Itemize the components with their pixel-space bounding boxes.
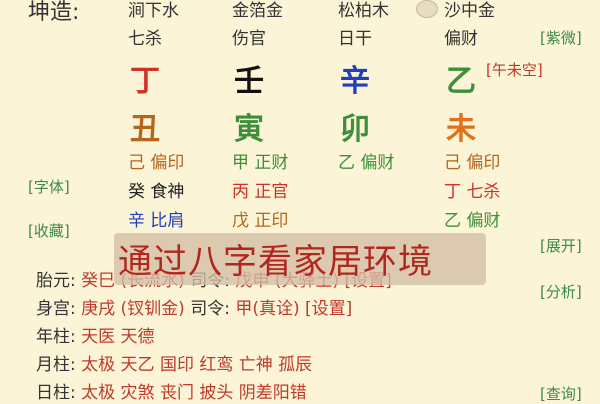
month-row: 月柱: 太极 天乙 国印 红鸾 亡神 孤辰 bbox=[36, 350, 312, 375]
kongwang-label: [午未空] bbox=[486, 61, 543, 79]
hidden-stem: 己 偏印 bbox=[444, 153, 501, 173]
favorite-button[interactable]: [收藏] bbox=[28, 220, 70, 241]
pillar-3-shishen: 日干 bbox=[338, 29, 372, 49]
analyze-button[interactable]: [分析] bbox=[540, 281, 582, 302]
siling2-set-button[interactable]: [设置] bbox=[305, 299, 352, 319]
pillar-2-shishen: 伤官 bbox=[232, 29, 266, 49]
shengong-row: 身宫: 庚戌 (钗钏金) 司令: 甲(真诠) [设置] bbox=[36, 294, 352, 319]
pillar-4-nayin: 沙中金 bbox=[444, 1, 495, 21]
pillar-2-branch: 寅 bbox=[234, 112, 264, 147]
day-label: 日柱: bbox=[36, 383, 76, 403]
hidden-stem: 己 偏印 bbox=[128, 153, 185, 173]
pillar-4-shishen: 偏财 bbox=[444, 29, 478, 49]
pillar-4-stem: 乙 bbox=[446, 64, 476, 99]
month-value: 太极 天乙 国印 红鸾 亡神 孤辰 bbox=[81, 355, 313, 375]
chart-title: 坤造: bbox=[28, 0, 80, 25]
hidden-stem: 丁 七杀 bbox=[444, 182, 501, 202]
shengong-label: 身宫: bbox=[36, 299, 76, 319]
overlay-caption: 通过八字看家居环境 bbox=[118, 242, 433, 282]
year-value: 天医 天德 bbox=[81, 327, 155, 347]
pillar-1-shishen: 七杀 bbox=[128, 29, 162, 49]
pillar-3-nayin: 松柏木 bbox=[338, 1, 389, 21]
year-row: 年柱: 天医 天德 bbox=[36, 322, 155, 347]
month-label: 月柱: bbox=[36, 355, 76, 375]
pillar-4-branch: 未 bbox=[446, 112, 476, 147]
pillar-2-stem: 壬 bbox=[234, 64, 264, 99]
taiyuan-label: 胎元: bbox=[36, 271, 76, 291]
avatar bbox=[416, 0, 438, 18]
expand-button[interactable]: [展开] bbox=[540, 235, 582, 256]
pillar-3-branch: 卯 bbox=[340, 112, 370, 147]
siling2-value: 甲(真诠) bbox=[235, 299, 300, 319]
hidden-stem: 丙 正官 bbox=[232, 182, 289, 202]
pillar-1-stem: 丁 bbox=[130, 64, 160, 99]
day-value: 太极 灾煞 丧门 披头 阴差阳错 bbox=[81, 383, 307, 403]
siling2-label: 司令: bbox=[190, 299, 230, 319]
hidden-stem: 戊 正印 bbox=[232, 211, 289, 231]
pillar-3-stem: 辛 bbox=[340, 64, 370, 99]
pillar-1-nayin: 涧下水 bbox=[128, 1, 179, 21]
hidden-stem: 乙 偏财 bbox=[444, 211, 501, 231]
query-button[interactable]: [查询] bbox=[540, 383, 582, 404]
hidden-stem: 甲 正财 bbox=[232, 153, 289, 173]
day-row: 日柱: 太极 灾煞 丧门 披头 阴差阳错 bbox=[36, 378, 307, 403]
ziwei-button[interactable]: [紫微] bbox=[540, 27, 582, 48]
shengong-value: 庚戌 (钗钏金) bbox=[81, 299, 185, 319]
year-label: 年柱: bbox=[36, 327, 76, 347]
hidden-stem: 辛 比肩 bbox=[128, 211, 185, 231]
hidden-stem: 乙 偏财 bbox=[338, 153, 395, 173]
pillar-2-nayin: 金箔金 bbox=[232, 1, 283, 21]
font-button[interactable]: [字体] bbox=[28, 176, 70, 197]
hidden-stem: 癸 食神 bbox=[128, 182, 185, 202]
pillar-1-branch: 丑 bbox=[130, 112, 160, 147]
